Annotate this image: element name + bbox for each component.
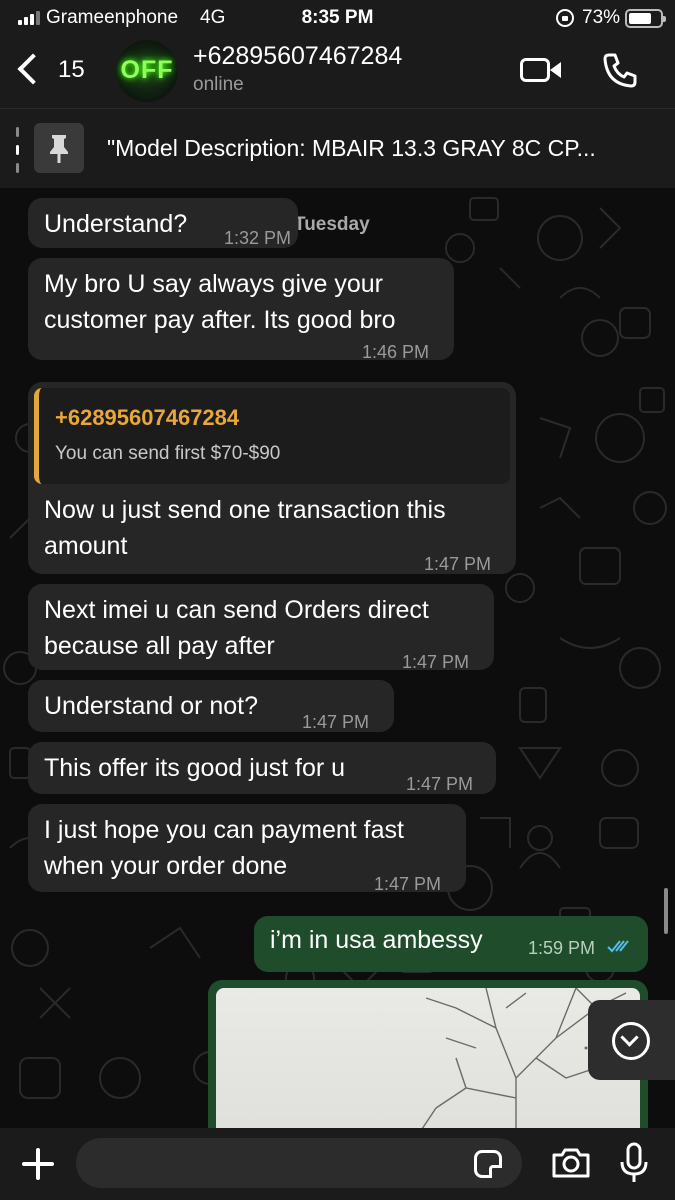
outgoing-message[interactable]: i’m in usa ambessy 1:59 PM (254, 916, 648, 972)
pinned-indicator (16, 127, 19, 175)
avatar-text: OFF (120, 56, 174, 84)
quoted-message[interactable]: +62895607467284 You can send first $70-$… (34, 388, 510, 484)
message-text: Next imei u can send Orders direct becaus… (44, 596, 429, 660)
read-receipt-icon (607, 940, 629, 953)
contact-name[interactable]: +62895607467284 (193, 42, 402, 71)
back-button[interactable]: 15 (17, 50, 98, 94)
camera-icon (552, 1148, 590, 1178)
chevron-left-icon (17, 53, 49, 85)
pinned-message-banner[interactable]: "Model Description: MBAIR 13.3 GRAY 8C C… (0, 108, 675, 188)
message-time: 1:46 PM (362, 342, 430, 362)
message-time: 1:47 PM (402, 652, 470, 672)
scroll-to-bottom-button[interactable] (588, 1000, 675, 1080)
voice-message-button[interactable] (618, 1142, 650, 1184)
attach-button[interactable] (20, 1146, 56, 1182)
battery-percent: 73% (582, 7, 621, 28)
image-attachment[interactable] (216, 988, 640, 1128)
message-list[interactable]: Tuesday Understand? 1:32 PM My bro U say… (0, 188, 675, 1128)
message-composer (0, 1128, 675, 1200)
message-text: Understand? (44, 210, 188, 238)
status-bar: Grameenphone 4G 8:35 PM 73% (0, 0, 675, 36)
pinned-message-text: "Model Description: MBAIR 13.3 GRAY 8C C… (107, 135, 596, 161)
message-text: Understand or not? (44, 692, 259, 720)
message-text: i’m in usa ambessy (270, 926, 483, 954)
message-time: 1:47 PM (424, 554, 492, 574)
quoted-sender: +62895607467284 (55, 405, 240, 430)
incoming-message[interactable]: +62895607467284 You can send first $70-$… (28, 382, 516, 574)
message-time: 1:47 PM (374, 874, 442, 894)
avatar[interactable]: OFF (116, 40, 178, 102)
message-text: My bro U say always give your customer pa… (44, 270, 396, 334)
message-text: Now u just send one transaction this amou… (44, 496, 446, 560)
incoming-message[interactable]: Next imei u can send Orders direct becaus… (28, 584, 494, 672)
contact-status: online (193, 74, 244, 95)
day-separator: Tuesday (294, 214, 370, 235)
message-text: I just hope you can payment fast when you… (44, 816, 404, 880)
message-time: 1:59 PM (528, 938, 596, 958)
quoted-text: You can send first $70-$90 (55, 443, 281, 464)
voice-call-button[interactable] (600, 50, 640, 90)
video-call-button[interactable] (520, 56, 564, 86)
outgoing-image-message[interactable] (208, 980, 648, 1128)
incoming-message[interactable]: Understand or not? 1:47 PM (28, 680, 394, 732)
phone-icon (603, 53, 637, 88)
message-time: 1:47 PM (406, 774, 474, 794)
incoming-message[interactable]: My bro U say always give your customer pa… (28, 258, 454, 362)
battery-icon (625, 9, 666, 28)
sticker-button[interactable] (474, 1150, 502, 1178)
incoming-message[interactable]: I just hope you can payment fast when you… (28, 804, 466, 894)
chat-header: 15 OFF +62895607467284 online (0, 36, 675, 108)
message-time: 1:47 PM (302, 712, 370, 732)
message-input[interactable] (76, 1138, 522, 1188)
rotation-lock-icon (556, 9, 574, 27)
unread-count: 15 (58, 56, 85, 83)
message-text: This offer its good just for u (44, 754, 346, 782)
tree-branches-photo (421, 988, 637, 1128)
incoming-message[interactable]: Understand? 1:32 PM (28, 198, 298, 248)
microphone-icon (620, 1142, 648, 1182)
pin-icon (34, 123, 84, 173)
camera-button[interactable] (550, 1146, 592, 1180)
scrollbar[interactable] (664, 888, 668, 934)
incoming-message[interactable]: This offer its good just for u 1:47 PM (28, 742, 496, 794)
message-time: 1:32 PM (224, 228, 292, 248)
video-camera-icon (520, 58, 550, 82)
